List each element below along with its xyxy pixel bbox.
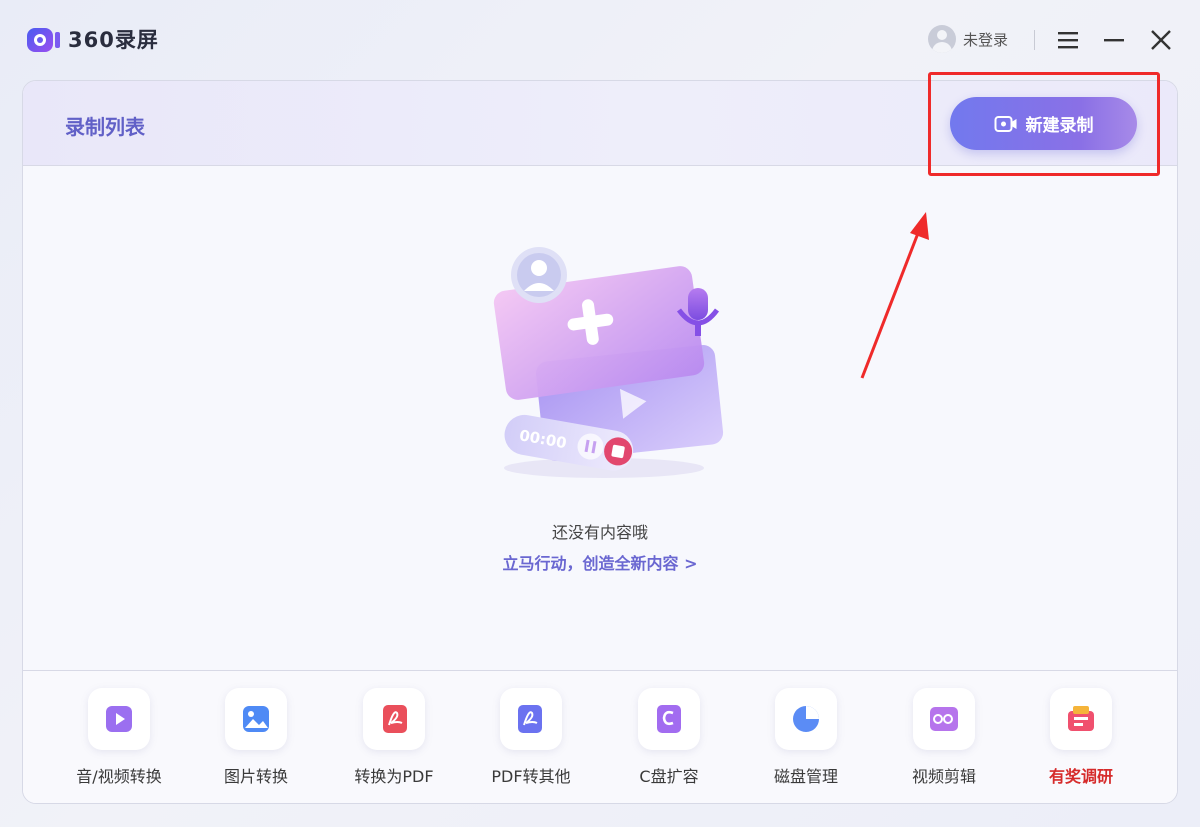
- app-name: 360录屏: [68, 28, 159, 52]
- annotation-highlight-box: [928, 72, 1160, 176]
- divider: [1034, 30, 1035, 50]
- tool-label: PDF转其他: [491, 767, 571, 786]
- c-drive-icon: [657, 705, 681, 733]
- tool-media-convert[interactable]: 音/视频转换: [59, 688, 179, 787]
- title-bar: 360录屏 未登录: [0, 0, 1200, 80]
- avatar-icon: [928, 25, 956, 53]
- panel-title: 录制列表: [65, 115, 145, 139]
- image-convert-icon: [243, 706, 269, 732]
- app-logo-icon: [27, 28, 60, 52]
- login-status[interactable]: 未登录: [963, 29, 1008, 50]
- tool-image-convert[interactable]: 图片转换: [196, 688, 316, 787]
- user-account[interactable]: 未登录: [928, 25, 1008, 53]
- to-pdf-icon: [383, 705, 407, 733]
- menu-icon[interactable]: [1054, 26, 1082, 54]
- tool-label: 图片转换: [223, 767, 288, 786]
- tool-label: 视频剪辑: [911, 767, 976, 786]
- disk-manage-icon: [793, 706, 819, 732]
- tool-c-drive[interactable]: C盘扩容: [609, 688, 729, 787]
- tools-bar: 音/视频转换 图片转换 转换为PDF PDF转其他 C盘扩容 磁盘管理 视频剪辑…: [23, 670, 1177, 803]
- tool-label: 磁盘管理: [773, 767, 838, 786]
- video-edit-icon: [930, 707, 958, 731]
- tool-label: 音/视频转换: [76, 767, 162, 786]
- tool-survey[interactable]: 有奖调研: [1021, 688, 1141, 787]
- survey-icon: [1068, 706, 1094, 731]
- annotation-arrow-icon: [860, 212, 929, 379]
- create-content-link[interactable]: 立马行动，创造全新内容 >: [23, 550, 1177, 574]
- pdf-convert-icon: [518, 705, 542, 733]
- recording-panel: 录制列表 新建录制 00:00 还没有内容哦 立马行动，创造全新内容 > 音/视…: [22, 80, 1178, 804]
- tool-label: 转换为PDF: [354, 767, 434, 786]
- tool-label: C盘扩容: [639, 767, 699, 786]
- tool-disk-manage[interactable]: 磁盘管理: [746, 688, 866, 787]
- media-convert-icon: [106, 706, 132, 732]
- tool-label: 有奖调研: [1048, 767, 1113, 786]
- tool-pdf-convert[interactable]: PDF转其他: [471, 688, 591, 787]
- empty-state-text: 还没有内容哦: [551, 523, 648, 542]
- empty-state-illustration: 00:00: [493, 247, 724, 478]
- minimize-icon[interactable]: [1100, 26, 1128, 54]
- close-icon[interactable]: [1147, 26, 1175, 54]
- tool-video-edit[interactable]: 视频剪辑: [884, 688, 1004, 787]
- tool-to-pdf[interactable]: 转换为PDF: [334, 688, 454, 787]
